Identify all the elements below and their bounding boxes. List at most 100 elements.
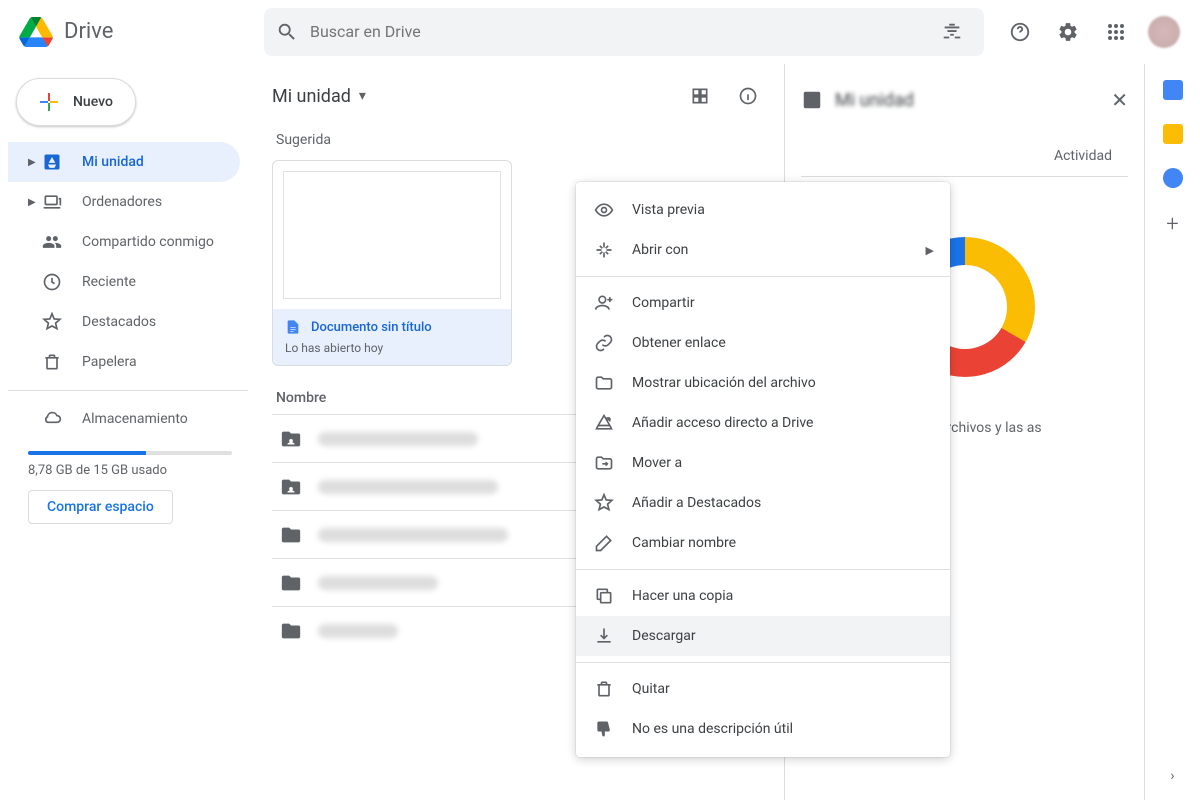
sidebar-item-label: Destacados: [82, 314, 156, 330]
menu-item-label: Mover a: [632, 455, 682, 471]
card-preview: [283, 171, 501, 299]
logo-area[interactable]: Drive: [16, 12, 264, 52]
folder-name: [318, 432, 478, 446]
close-icon[interactable]: ✕: [1111, 88, 1128, 112]
divider: [8, 390, 248, 391]
sidebar-item-starred[interactable]: Destacados: [8, 302, 240, 342]
calendar-icon[interactable]: [1163, 80, 1183, 100]
account-avatar[interactable]: [1144, 12, 1184, 52]
menu-item-open-with[interactable]: Abrir con ▶: [576, 230, 950, 270]
context-menu: Vista previa Abrir con ▶ Compartir Obten…: [576, 182, 950, 757]
open-with-icon: [592, 240, 616, 260]
shared-icon: [40, 232, 64, 252]
sidebar-item-trash[interactable]: Papelera: [8, 342, 240, 382]
sidebar-item-my-drive[interactable]: ▶ Mi unidad: [8, 142, 240, 182]
menu-item-label: Mostrar ubicación del archivo: [632, 375, 816, 391]
suggested-card[interactable]: Documento sin título Lo has abierto hoy: [272, 160, 512, 366]
apps-icon[interactable]: [1096, 12, 1136, 52]
search-bar[interactable]: [264, 8, 984, 56]
sidebar-item-recent[interactable]: Reciente: [8, 262, 240, 302]
folder-icon: [592, 373, 616, 393]
menu-item-link[interactable]: Obtener enlace: [576, 323, 950, 363]
drive-icon: [801, 89, 823, 111]
move-icon: [592, 453, 616, 473]
menu-item-label: Quitar: [632, 681, 670, 697]
details-tabs: Actividad: [801, 136, 1128, 177]
copy-icon: [592, 586, 616, 606]
drive-logo-icon: [16, 12, 56, 52]
chevron-down-icon[interactable]: ▾: [359, 88, 366, 104]
side-rail: + ›: [1144, 64, 1200, 800]
download-icon: [592, 626, 616, 646]
folder-icon: [280, 620, 302, 642]
menu-item-trash[interactable]: Quitar: [576, 669, 950, 709]
menu-item-rename[interactable]: Cambiar nombre: [576, 523, 950, 563]
chevron-right-icon[interactable]: ›: [1170, 768, 1174, 784]
sidebar-item-storage[interactable]: Almacenamiento: [8, 399, 240, 439]
sidebar-item-label: Papelera: [82, 354, 137, 370]
new-button[interactable]: Nuevo: [16, 78, 136, 126]
menu-item-eye[interactable]: Vista previa: [576, 190, 950, 230]
keep-icon[interactable]: [1163, 124, 1183, 144]
person-add-icon: [592, 293, 616, 313]
search-input[interactable]: [310, 22, 932, 41]
plus-icon[interactable]: +: [1166, 212, 1178, 237]
sidebar-item-shared[interactable]: Compartido conmigo: [8, 222, 240, 262]
menu-item-copy[interactable]: Hacer una copia: [576, 576, 950, 616]
folder-name: [318, 480, 498, 494]
link-icon: [592, 333, 616, 353]
chevron-right-icon: ▶: [28, 157, 40, 168]
tasks-icon[interactable]: [1163, 168, 1183, 188]
thumb-down-icon: [592, 719, 616, 739]
sidebar-item-label: Reciente: [82, 274, 136, 290]
header-actions: [1000, 12, 1184, 52]
menu-item-label: Compartir: [632, 295, 695, 311]
menu-item-drive-shortcut[interactable]: Añadir acceso directo a Drive: [576, 403, 950, 443]
app-name: Drive: [64, 19, 113, 44]
menu-item-label: Añadir a Destacados: [632, 495, 761, 511]
menu-item-folder[interactable]: Mostrar ubicación del archivo: [576, 363, 950, 403]
folder-name: [318, 528, 508, 542]
plus-icon: [37, 90, 61, 114]
new-button-label: Nuevo: [73, 94, 113, 110]
folder-name: [318, 576, 438, 590]
tab-activity[interactable]: Actividad: [1038, 136, 1128, 176]
docs-icon: [285, 319, 301, 335]
search-icon: [276, 21, 298, 43]
settings-icon[interactable]: [1048, 12, 1088, 52]
sidebar-item-label: Compartido conmigo: [82, 234, 214, 250]
menu-item-label: Obtener enlace: [632, 335, 726, 351]
shared-folder-icon: [280, 476, 302, 498]
menu-item-label: Vista previa: [632, 202, 705, 218]
star-icon: [40, 312, 64, 332]
chevron-right-icon: ▶: [926, 244, 934, 257]
grid-view-icon[interactable]: [680, 76, 720, 116]
eye-icon: [592, 200, 616, 220]
breadcrumb-current[interactable]: Mi unidad: [272, 86, 351, 107]
menu-divider: [576, 662, 950, 663]
buy-storage-button[interactable]: Comprar espacio: [28, 490, 173, 524]
menu-item-label: Abrir con: [632, 242, 688, 258]
info-icon[interactable]: [728, 76, 768, 116]
cloud-icon: [40, 409, 64, 429]
sidebar: Nuevo ▶ Mi unidad ▶ Ordenadores Comparti…: [0, 64, 256, 800]
details-title: Mi unidad: [835, 90, 914, 111]
card-subtitle: Lo has abierto hoy: [285, 341, 499, 355]
menu-divider: [576, 276, 950, 277]
trash-icon: [40, 352, 64, 372]
sidebar-item-computers[interactable]: ▶ Ordenadores: [8, 182, 240, 222]
computers-icon: [40, 192, 64, 212]
menu-item-move[interactable]: Mover a: [576, 443, 950, 483]
search-options-icon[interactable]: [932, 12, 972, 52]
menu-item-label: Descargar: [632, 628, 696, 644]
menu-item-download[interactable]: Descargar: [576, 616, 950, 656]
shared-folder-icon: [280, 428, 302, 450]
menu-item-star[interactable]: Añadir a Destacados: [576, 483, 950, 523]
help-icon[interactable]: [1000, 12, 1040, 52]
menu-item-thumb-down[interactable]: No es una descripción útil: [576, 709, 950, 749]
drive-icon: [40, 152, 64, 172]
menu-item-label: Cambiar nombre: [632, 535, 736, 551]
rename-icon: [592, 533, 616, 553]
drive-shortcut-icon: [592, 413, 616, 433]
menu-item-person-add[interactable]: Compartir: [576, 283, 950, 323]
